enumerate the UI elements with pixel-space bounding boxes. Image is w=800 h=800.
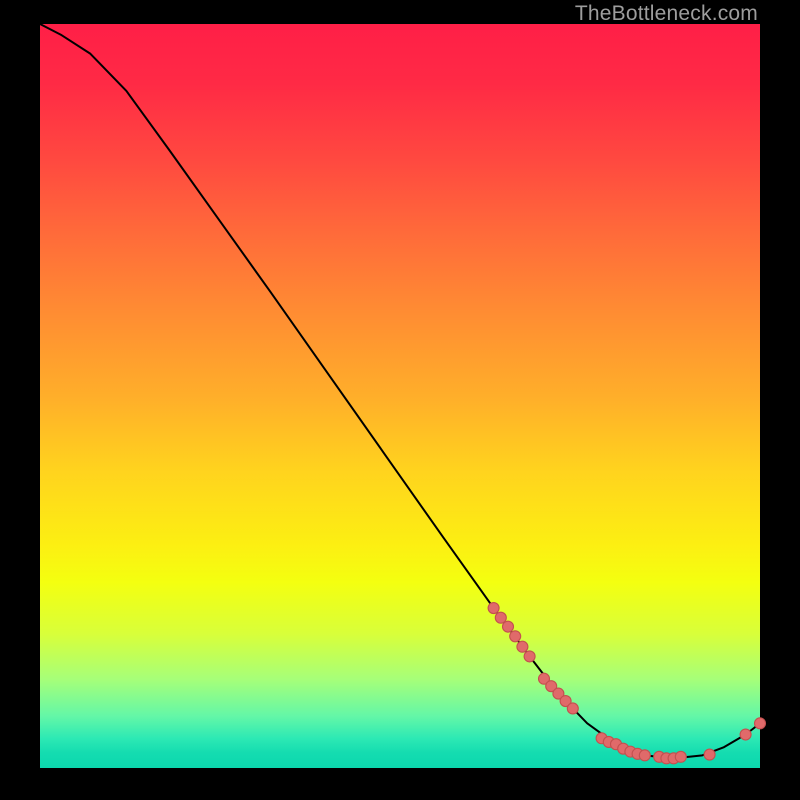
marker-dot [503,621,514,632]
marker-dot [567,703,578,714]
marker-dot [510,631,521,642]
marker-dot [517,641,528,652]
marker-layer [488,603,765,764]
marker-dot [495,612,506,623]
bottleneck-curve [40,24,760,758]
marker-dot [755,718,766,729]
chart-svg [0,0,800,800]
marker-dot [524,651,535,662]
marker-dot [488,603,499,614]
marker-dot [639,750,650,761]
marker-dot [704,749,715,760]
marker-dot [740,729,751,740]
marker-dot [675,751,686,762]
curve-layer [40,24,760,758]
chart-stage: TheBottleneck.com [0,0,800,800]
